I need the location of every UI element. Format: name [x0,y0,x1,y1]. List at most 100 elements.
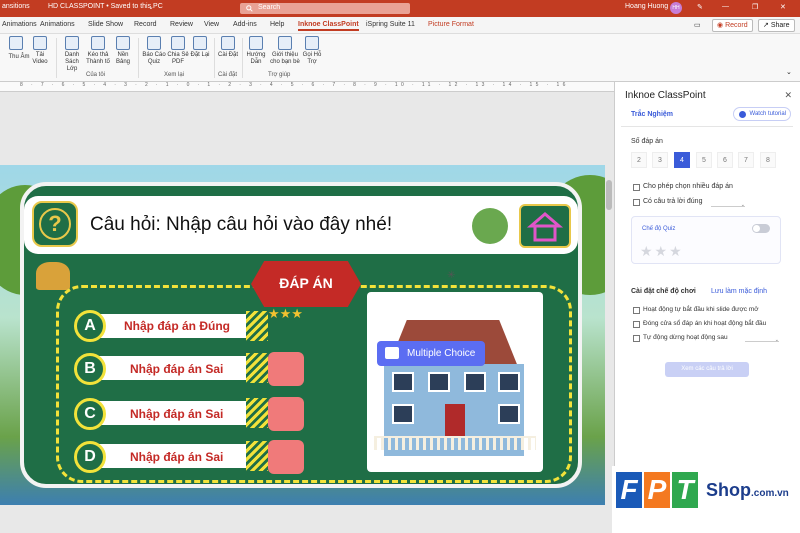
ribbon-button-settings[interactable]: Cài Đặt [216,36,240,59]
record-button[interactable]: ◉ Record [712,19,753,32]
quiz-mode-toggle[interactable] [752,224,770,233]
has-correct-checkbox[interactable] [633,199,640,206]
option-letter: A [74,310,106,342]
number-option[interactable]: 8 [760,152,776,168]
save-default-link[interactable]: Lưu làm mặc định [711,288,767,295]
answer-badge: ĐÁP ÁN [251,261,361,307]
restore-icon[interactable]: ❐ [752,3,758,11]
ribbon-button-pen[interactable] [4,36,28,52]
ribbon-label: Gọi Hỗ Trợ [302,52,322,65]
panel-subtitle: Trắc Nghiệm [631,111,674,118]
chevron-down-icon[interactable]: ⌄ [786,68,792,76]
tab-animations[interactable]: Animations [40,21,75,28]
tab-record[interactable]: Record [134,21,157,28]
close-window-checkbox[interactable] [633,321,640,328]
ribbon-label: Danh Sách Lớp [64,52,80,72]
house-window [392,404,414,424]
house-window [498,372,520,392]
tab-add-ins[interactable]: Add-ins [233,21,257,28]
correct-answer-dropdown[interactable]: ⌄ [711,202,745,208]
ribbon-separator [214,38,215,78]
number-option-selected[interactable]: 4 [674,152,690,168]
search-box[interactable]: Search [240,3,410,14]
fpt-letter: T [672,472,698,508]
fpt-letter: P [644,472,670,508]
ribbon-button-video[interactable]: Tải Video [28,36,52,66]
comment-icon[interactable]: ▭ [694,21,701,29]
house-fence [374,436,536,450]
thumbs-down-icon [268,397,304,431]
multiple-choice-badge[interactable]: Multiple Choice [377,341,485,366]
close-icon[interactable]: ✕ [784,90,792,101]
tab-picture-format[interactable]: Picture Format [428,21,474,28]
user-name[interactable]: Hoang Huong [625,3,668,10]
ribbon-button-reset[interactable]: Đặt Lại [188,36,212,59]
tab-ispring[interactable]: iSpring Suite 11 [366,21,415,28]
auto-start-label: Hoạt động tự bắt đầu khi slide được mở [643,306,759,313]
ribbon-button-share-pdf[interactable]: Chia Sẻ PDF [166,36,190,66]
number-option[interactable]: 2 [631,152,647,168]
option-text[interactable]: Nhập đáp án Sai [130,407,223,421]
ribbon-button-background[interactable]: Nền Bảng [111,36,135,66]
group-label-help: Trợ giúp [268,72,291,78]
ribbon-label: Nền Bảng [115,52,130,65]
ribbon-button-support[interactable]: Gọi Hỗ Trợ [300,36,324,66]
share-button[interactable]: ↗ Share [758,19,795,32]
option-text[interactable]: Nhập đáp án Đúng [124,319,230,333]
share-friends-icon [278,36,292,50]
ruler-numbers: 8 · 7 · 6 · 5 · 4 · 3 · 2 · 1 · 0 · 1 · … [20,82,569,88]
chevron-down-icon[interactable]: ⌄ [148,3,154,11]
ribbon-button-refer-friends[interactable]: Giới thiệu cho bạn bè [268,36,302,66]
ribbon-button-quiz-report[interactable]: Báo Cáo Quiz [142,36,166,66]
ribbon-button-class-list[interactable]: Danh Sách Lớp [60,36,84,73]
tab-animations[interactable]: Animations [2,21,37,28]
house-window [464,372,486,392]
fpt-shop-text: Shop.com.vn [706,480,789,501]
record-icon: ◉ [717,22,724,29]
option-text[interactable]: Nhập đáp án Sai [130,362,223,376]
pen-icon[interactable]: ✎ [697,3,703,11]
close-icon[interactable]: ✕ [780,3,786,11]
quiz-mode-box: Chế độ Quiz ★★★ [631,216,781,264]
tab-slide-show[interactable]: Slide Show [88,21,123,28]
document-title[interactable]: HD CLASSPOINT • Saved to this PC [48,3,163,10]
quiz-stars[interactable]: ★★★ [640,243,684,260]
number-option[interactable]: 3 [652,152,668,168]
report-icon [147,36,161,50]
tab-help[interactable]: Help [270,21,284,28]
auto-start-checkbox[interactable] [633,307,640,314]
minimize-icon[interactable]: — [722,3,729,10]
ribbon-label: Hướng Dẫn [246,52,266,65]
allow-multiple-checkbox[interactable] [633,184,640,191]
number-option[interactable]: 7 [738,152,754,168]
view-responses-button[interactable]: Xem các câu trả lời [665,362,749,377]
ribbon-label: Cài Đặt [217,52,238,58]
tab-inknoe-classpoint[interactable]: Inknoe ClassPoint [298,21,359,31]
guide-icon [249,36,263,50]
tab-view[interactable]: View [204,21,219,28]
share-label: Share [770,22,790,29]
num-answers-label: Số đáp án [631,138,663,145]
number-option[interactable]: 6 [717,152,733,168]
auto-stop-dropdown[interactable]: ⌄ [745,337,779,343]
question-text[interactable]: Câu hỏi: Nhập câu hỏi vào đây nhé! [90,214,392,236]
avatar[interactable]: HH [670,2,682,14]
multiple-choice-label: Multiple Choice [407,348,476,359]
tab-review[interactable]: Review [170,21,193,28]
horizontal-ruler: 8 · 7 · 6 · 5 · 4 · 3 · 2 · 1 · 0 · 1 · … [0,82,614,92]
number-option[interactable]: 5 [696,152,712,168]
ribbon-button-drag[interactable]: Kéo thả Thành tố [86,36,110,66]
option-stripe [246,398,268,428]
option-text[interactable]: Nhập đáp án Sai [130,450,223,464]
allow-multiple-label: Cho phép chọn nhiều đáp án [643,183,733,190]
home-icon[interactable] [519,204,571,248]
watch-tutorial-button[interactable]: Watch tutorial [733,107,791,121]
ribbon-label: Báo Cáo Quiz [142,52,166,65]
tab-transitions-partial[interactable]: ansitions [2,3,30,10]
auto-stop-checkbox[interactable] [633,335,640,342]
vertical-scrollbar[interactable] [606,180,612,210]
chevron-down-icon: ⌄ [740,202,745,208]
ribbon-label: Giới thiệu cho bạn bè [270,52,300,65]
auto-stop-label: Tự động dừng hoạt động sau [643,334,728,341]
ribbon-button-guide[interactable]: Hướng Dẫn [244,36,268,66]
